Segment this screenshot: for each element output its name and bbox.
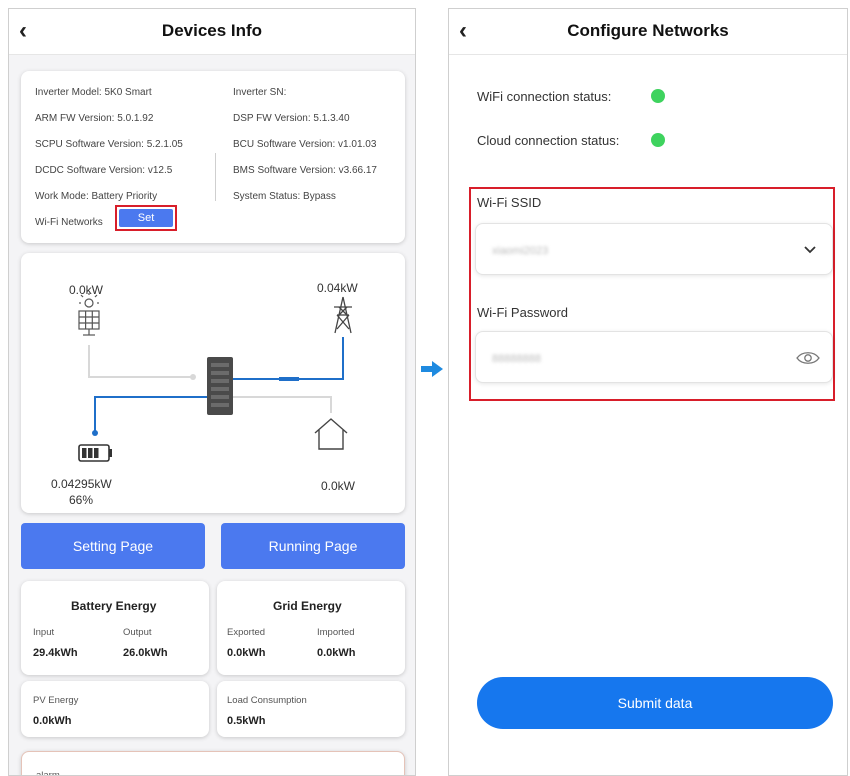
grid-energy-card: Grid Energy Exported Imported 0.0kWh 0.0… xyxy=(217,581,405,675)
power-tower-icon xyxy=(334,296,352,334)
wifi-status-indicator xyxy=(651,89,665,103)
grid-exported-label: Exported xyxy=(227,627,266,638)
grid-energy-title: Grid Energy xyxy=(273,599,342,613)
grid-flow-line xyxy=(233,337,344,380)
inverter-sn: Inverter SN: xyxy=(233,87,287,98)
flow-diagram xyxy=(78,293,352,462)
inverter-model: Inverter Model: 5K0 Smart xyxy=(35,87,152,98)
scpu-software-version: SCPU Software Version: 5.2.1.05 xyxy=(35,139,183,150)
pv-energy-card: PV Energy 0.0kWh xyxy=(21,681,209,737)
app-bar: ‹ Configure Networks xyxy=(449,9,847,55)
bcu-software-version: BCU Software Version: v1.01.03 xyxy=(233,139,377,150)
battery-energy-title: Battery Energy xyxy=(71,599,157,613)
battery-energy-card: Battery Energy Input Output 29.4kWh 26.0… xyxy=(21,581,209,675)
battery-output-value: 26.0kWh xyxy=(123,647,168,659)
setting-page-button[interactable]: Setting Page xyxy=(21,523,205,569)
ssid-value: xiaomi2023 xyxy=(492,245,549,257)
battery-icon xyxy=(78,444,112,462)
battery-output-label: Output xyxy=(123,627,152,638)
info-divider xyxy=(215,153,216,201)
eye-icon[interactable] xyxy=(796,350,820,366)
inverter-icon xyxy=(207,357,233,415)
alarm-card[interactable]: alarm xyxy=(21,751,405,776)
load-consumption-card: Load Consumption 0.5kWh xyxy=(217,681,405,737)
page-title: Configure Networks xyxy=(567,21,729,40)
grid-imported-value: 0.0kWh xyxy=(317,647,356,659)
page-title: Devices Info xyxy=(161,21,263,40)
chevron-down-icon xyxy=(804,246,816,254)
work-mode: Work Mode: Battery Priority xyxy=(35,191,158,202)
running-page-button[interactable]: Running Page xyxy=(221,523,405,569)
submit-data-button[interactable]: Submit data xyxy=(477,677,833,729)
pv-energy-label: PV Energy xyxy=(33,695,79,706)
pv-energy-value: 0.0kWh xyxy=(33,715,72,727)
grid-exported-value: 0.0kWh xyxy=(227,647,266,659)
battery-input-value: 29.4kWh xyxy=(33,647,78,659)
arm-fw-version: ARM FW Version: 5.0.1.92 xyxy=(35,113,154,124)
load-flow-line xyxy=(233,396,332,413)
cloud-status-label: Cloud connection status: xyxy=(477,133,620,148)
bms-software-version: BMS Software Version: v3.66.17 xyxy=(233,165,377,176)
ssid-select[interactable]: xiaomi2023 xyxy=(475,223,833,275)
load-consumption-value: 0.5kWh xyxy=(227,715,266,727)
load-consumption-label: Load Consumption xyxy=(227,695,307,706)
ssid-label: Wi-Fi SSID xyxy=(477,195,542,210)
home-icon xyxy=(314,418,348,450)
password-value: 88888888 xyxy=(492,353,541,365)
grid-imported-label: Imported xyxy=(317,627,355,638)
pv-flow-dot xyxy=(190,374,196,380)
alarm-label: alarm xyxy=(36,770,60,776)
password-label: Wi-Fi Password xyxy=(477,305,569,320)
wifi-set-button[interactable]: Set xyxy=(119,209,173,227)
pv-flow-line xyxy=(88,345,191,378)
devices-info-screen: ‹ Devices Info Inverter Model: 5K0 Smart… xyxy=(8,8,416,776)
battery-flow-line xyxy=(94,396,207,433)
cloud-status-indicator xyxy=(651,133,665,147)
battery-input-label: Input xyxy=(33,627,55,638)
password-input[interactable]: 88888888 xyxy=(475,331,833,383)
dcdc-software-version: DCDC Software Version: v12.5 xyxy=(35,165,173,176)
solar-panel-icon xyxy=(78,293,100,336)
device-info-card: Inverter Model: 5K0 Smart ARM FW Version… xyxy=(21,71,405,243)
wifi-networks-label: Wi-Fi Networks xyxy=(35,217,103,228)
energy-flow-card: 0.0kW 0.04kW 0.04295kW 66% 0.0kW xyxy=(21,253,405,513)
battery-flow-dot xyxy=(92,430,98,436)
set-button-highlight: Set xyxy=(115,205,177,231)
arrow-right-icon xyxy=(421,361,443,377)
configure-networks-screen: ‹ Configure Networks WiFi connection sta… xyxy=(448,8,848,776)
dsp-fw-version: DSP FW Version: 5.1.3.40 xyxy=(233,113,350,124)
wifi-status-label: WiFi connection status: xyxy=(477,89,612,104)
app-bar: ‹ Devices Info xyxy=(9,9,415,55)
system-status: System Status: Bypass xyxy=(233,191,336,202)
